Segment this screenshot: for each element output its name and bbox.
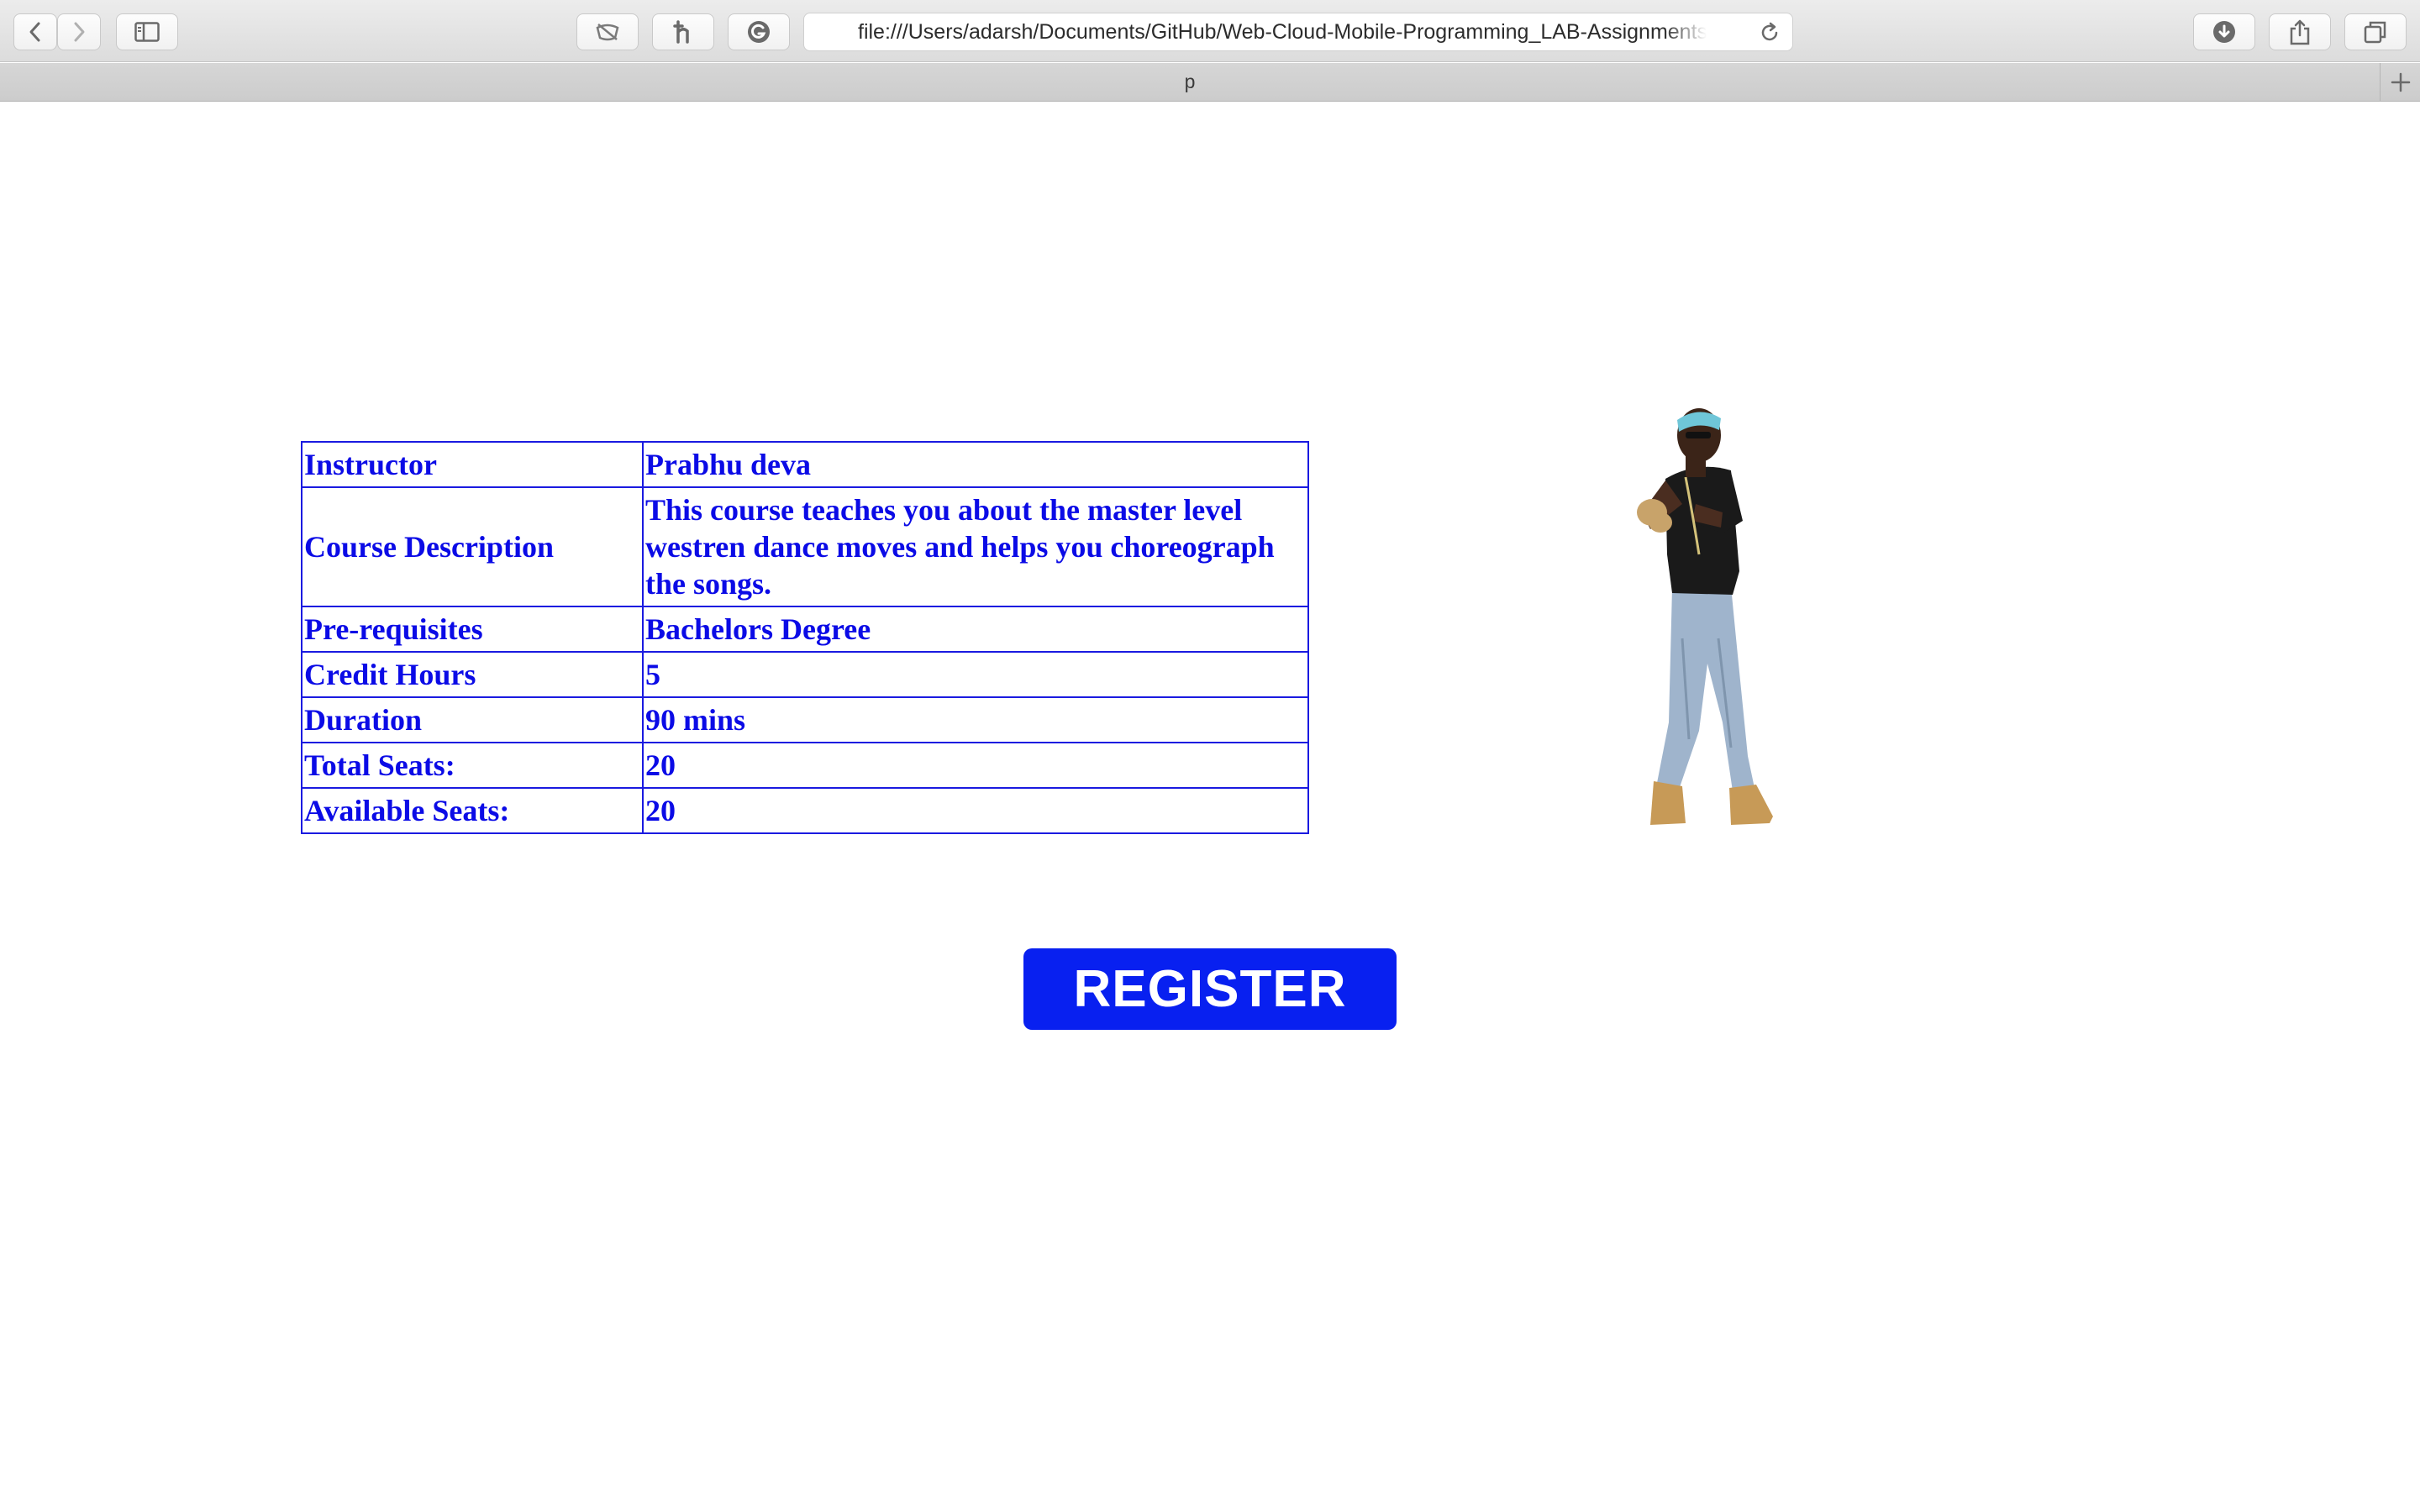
tab-active[interactable]: p [0, 63, 2380, 102]
honey-icon [673, 20, 689, 44]
share-icon [2290, 19, 2310, 45]
course-details-table: Instructor Prabhu deva Course Descriptio… [301, 441, 1309, 834]
forward-icon [74, 22, 85, 42]
tracker-extension-button[interactable] [576, 13, 639, 50]
table-row: Available Seats: 20 [301, 787, 1309, 834]
row-value-total-seats: 20 [642, 742, 1309, 789]
row-label-total-seats: Total Seats: [301, 742, 644, 789]
row-value-duration: 90 mins [642, 696, 1309, 743]
table-row: Duration 90 mins [301, 696, 1309, 743]
table-row: Credit Hours 5 [301, 651, 1309, 698]
row-label-credit-hours: Credit Hours [301, 651, 644, 698]
row-label-duration: Duration [301, 696, 644, 743]
row-value-course-description: This course teaches you about the master… [642, 486, 1309, 607]
reload-icon[interactable] [1759, 22, 1781, 44]
table-row: Pre-requisites Bachelors Degree [301, 606, 1309, 653]
row-value-instructor: Prabhu deva [642, 441, 1309, 488]
new-tab-button[interactable] [2380, 63, 2420, 102]
downloads-button[interactable] [2193, 13, 2255, 50]
grammarly-extension-button[interactable] [728, 13, 790, 50]
sidebar-button[interactable] [116, 13, 178, 50]
table-row: Course Description This course teaches y… [301, 486, 1309, 607]
row-label-instructor: Instructor [301, 441, 644, 488]
table-row: Total Seats: 20 [301, 742, 1309, 789]
back-button[interactable] [13, 13, 57, 50]
download-icon [2213, 21, 2235, 43]
row-value-available-seats: 20 [642, 787, 1309, 834]
tracker-icon [596, 24, 619, 41]
table-row: Instructor Prabhu deva [301, 441, 1309, 488]
honey-extension-button[interactable] [652, 13, 714, 50]
new-tab-icon [2391, 72, 2410, 92]
address-bar[interactable]: file:///Users/adarsh/Documents/GitHub/We… [803, 13, 1793, 51]
show-tabs-button[interactable] [2344, 13, 2407, 50]
tab-bar: p [0, 63, 2420, 102]
tabs-icon [2364, 21, 2386, 44]
grammarly-icon [748, 21, 770, 43]
row-value-credit-hours: 5 [642, 651, 1309, 698]
forward-button[interactable] [57, 13, 101, 50]
row-value-prerequisites: Bachelors Degree [642, 606, 1309, 653]
back-icon [29, 22, 40, 42]
row-label-available-seats: Available Seats: [301, 787, 644, 834]
row-label-prerequisites: Pre-requisites [301, 606, 644, 653]
url-text: file:///Users/adarsh/Documents/GitHub/We… [858, 20, 1707, 44]
row-label-course-description: Course Description [301, 486, 644, 607]
share-button[interactable] [2269, 13, 2331, 50]
dancer-image [1637, 408, 1773, 825]
browser-toolbar: file:///Users/adarsh/Documents/GitHub/We… [0, 0, 2420, 62]
sidebar-icon [134, 22, 160, 42]
register-button[interactable]: REGISTER [1023, 948, 1397, 1030]
